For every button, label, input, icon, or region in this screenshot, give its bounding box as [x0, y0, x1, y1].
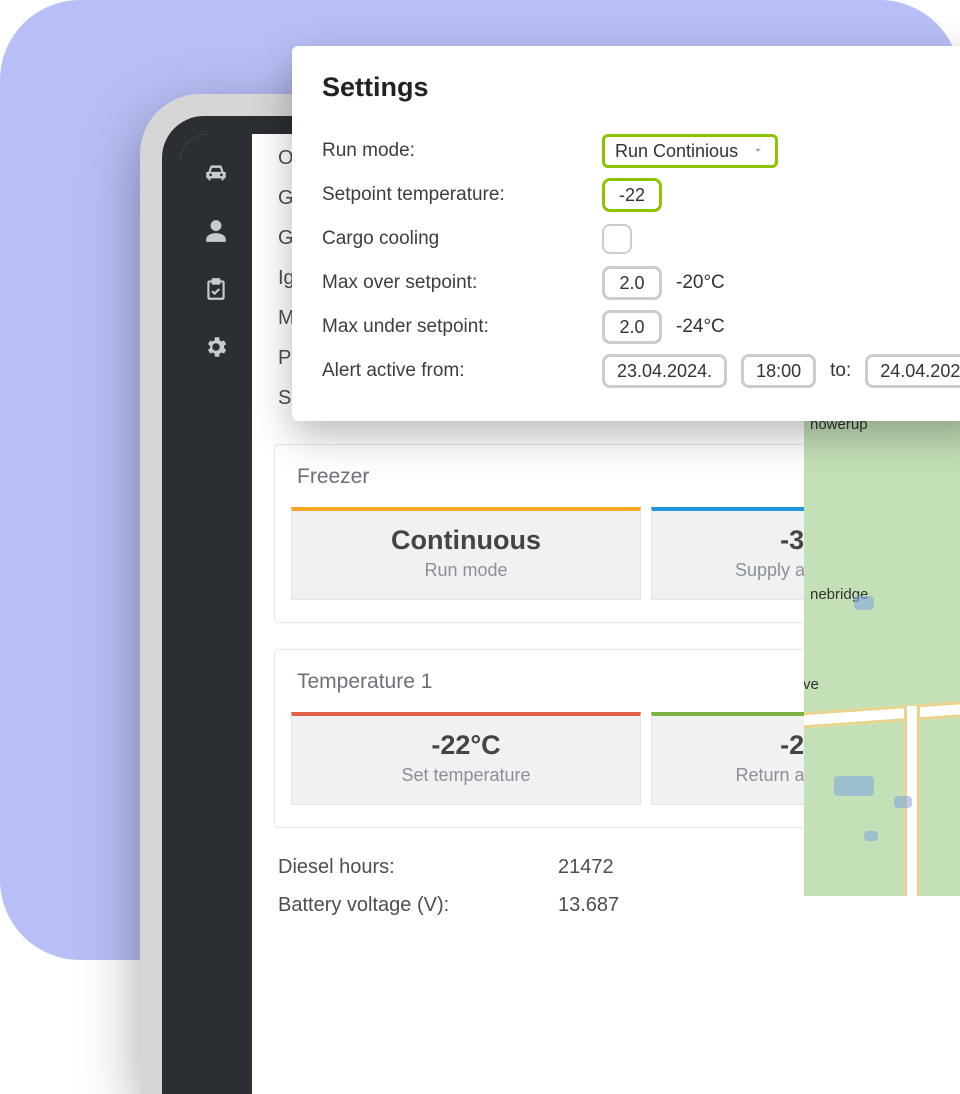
alert-to-date-input[interactable]: 24.04.2024. [865, 354, 960, 388]
map-water [894, 796, 912, 808]
freezer-title: Freezer [297, 465, 369, 489]
clipboard-icon[interactable] [201, 274, 231, 304]
alert-active-label: Alert active from: [322, 360, 602, 382]
temperature1-title: Temperature 1 [297, 670, 432, 694]
setpoint-field: Setpoint temperature: -22 [322, 173, 960, 217]
alert-active-field: Alert active from: 23.04.2024. 18:00 to:… [322, 349, 960, 393]
map-road [804, 697, 960, 731]
user-icon[interactable] [201, 216, 231, 246]
set-temp-tile: -22°C Set temperature [291, 712, 641, 805]
car-icon[interactable] [201, 158, 231, 188]
run-mode-label: Run mode: [322, 140, 602, 162]
cargo-cooling-label: Cargo cooling [322, 228, 602, 250]
settings-modal: Settings Run mode: Run Continious Setpoi… [292, 46, 960, 421]
max-under-result: -24°C [676, 316, 725, 338]
max-under-field: Max under setpoint: 2.0 -24°C [322, 305, 960, 349]
run-mode-value: Continuous [302, 525, 630, 556]
battery-value: 13.687 [558, 894, 619, 917]
alert-from-date-input[interactable]: 23.04.2024. [602, 354, 727, 388]
gear-icon[interactable] [201, 332, 231, 362]
setpoint-input[interactable]: -22 [602, 178, 662, 212]
run-mode-label: Run mode [302, 560, 630, 581]
modal-title: Settings [322, 72, 960, 103]
diesel-label: Diesel hours: [278, 856, 538, 879]
set-temp-value: -22°C [302, 730, 630, 761]
map-water [854, 596, 874, 610]
cargo-cooling-checkbox[interactable] [602, 224, 632, 254]
chevron-down-icon [751, 141, 765, 162]
run-mode-select[interactable]: Run Continious [602, 134, 778, 168]
alert-to-label: to: [830, 360, 851, 382]
set-temp-label: Set temperature [302, 765, 630, 786]
run-mode-tile: Continuous Run mode [291, 507, 641, 600]
cargo-cooling-field: Cargo cooling [322, 217, 960, 261]
max-over-input[interactable]: 2.0 [602, 266, 662, 300]
map-water [864, 831, 878, 841]
max-over-result: -20°C [676, 272, 725, 294]
map-water [834, 776, 874, 796]
max-over-field: Max over setpoint: 2.0 -20°C [322, 261, 960, 305]
map-place-label: rve [804, 676, 819, 693]
diesel-value: 21472 [558, 856, 614, 879]
run-mode-value: Run Continious [615, 141, 738, 162]
max-under-input[interactable]: 2.0 [602, 310, 662, 344]
max-over-label: Max over setpoint: [322, 272, 602, 294]
battery-label: Battery voltage (V): [278, 894, 538, 917]
max-under-label: Max under setpoint: [322, 316, 602, 338]
sidebar [180, 134, 252, 1094]
setpoint-label: Setpoint temperature: [322, 184, 602, 206]
run-mode-field: Run mode: Run Continious [322, 129, 960, 173]
alert-from-time-input[interactable]: 18:00 [741, 354, 816, 388]
